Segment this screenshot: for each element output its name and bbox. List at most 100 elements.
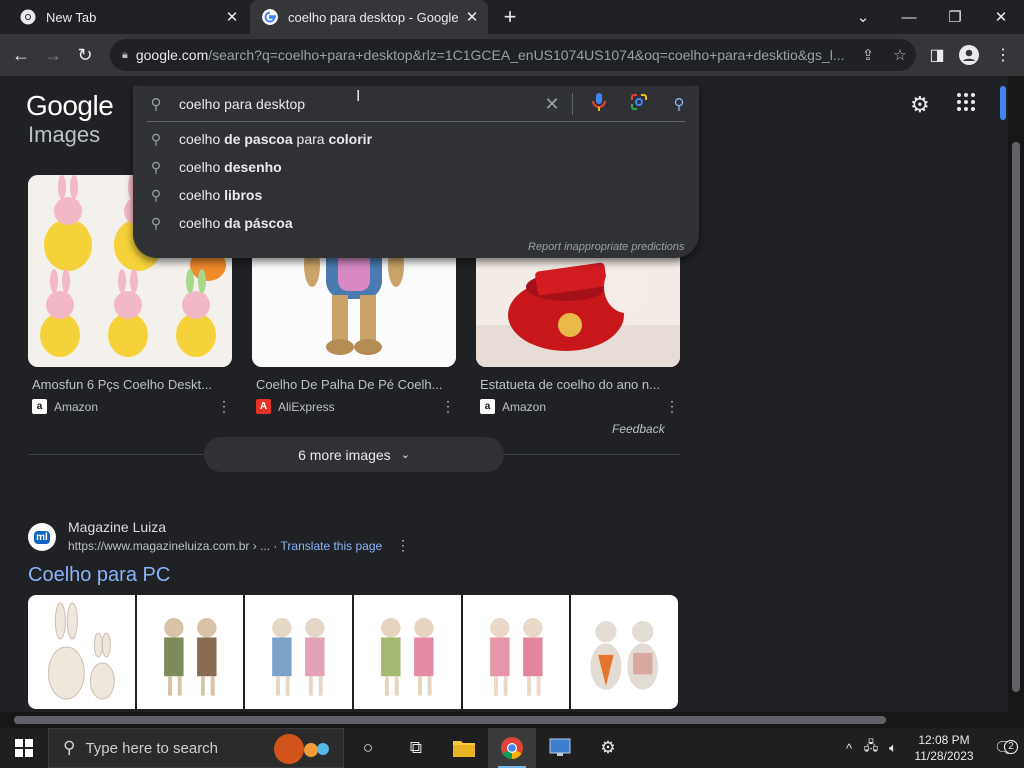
clock[interactable]: 12:08 PM 11/28/2023: [904, 732, 984, 764]
bookmark-star-icon[interactable]: ☆: [884, 46, 916, 64]
suggestion-text: coelho libros: [179, 187, 262, 203]
close-tab-icon[interactable]: ✕: [222, 8, 242, 26]
result-site-name[interactable]: Magazine Luiza: [68, 519, 166, 535]
image-caption[interactable]: Coelho De Palha De Pé Coelh...: [252, 377, 456, 392]
image-source[interactable]: a Amazon ⋮: [476, 398, 680, 415]
suggestion-item[interactable]: ⚲ coelho de pascoa para colorir: [133, 125, 699, 153]
suggestion-part: colorir: [328, 131, 373, 147]
tab-google-search[interactable]: coelho para desktop - Google Se ✕: [250, 0, 488, 34]
bunny-couple-pink-green-image: [354, 596, 461, 708]
url-host: google.com: [135, 47, 209, 63]
bunny-with-carrot-image: [571, 596, 678, 708]
restore-icon[interactable]: ❐: [932, 0, 978, 34]
search-highlight-planets-icon: [274, 734, 329, 764]
image-source[interactable]: A AliExpress ⋮: [252, 398, 456, 415]
search-icon: ⚲: [63, 738, 76, 757]
clock-time: 12:08 PM: [918, 733, 970, 747]
bunny-couple-blue-image: [245, 596, 353, 708]
bunny-couple-green-image: [136, 596, 244, 708]
more-options-icon[interactable]: ⋮: [440, 398, 456, 415]
result-thumbnail[interactable]: [28, 595, 135, 709]
feedback-link[interactable]: Feedback: [612, 422, 665, 436]
google-lens-icon[interactable]: [619, 93, 659, 115]
lens-icon: [631, 94, 647, 110]
wooden-bunnies-image: [36, 595, 127, 709]
site-favicon[interactable]: ml: [28, 523, 56, 551]
share-icon[interactable]: ⇪: [852, 46, 884, 64]
suggestion-item[interactable]: ⚲ coelho libros: [133, 181, 699, 209]
reload-icon[interactable]: ↻: [72, 42, 98, 68]
more-options-icon[interactable]: ⋮: [216, 398, 232, 415]
report-predictions-link[interactable]: Report inappropriate predictions: [528, 241, 685, 253]
url-text[interactable]: google.com/search?q=coelho+para+desktop&…: [136, 47, 852, 63]
network-icon[interactable]: 🖧︎: [860, 737, 882, 759]
search-submit-icon[interactable]: ⚲: [659, 95, 699, 113]
suggestion-text: coelho da páscoa: [179, 215, 293, 231]
result-title-link[interactable]: Coelho para PC: [28, 564, 170, 587]
suggestion-part: coelho: [179, 131, 225, 147]
profile-icon[interactable]: [956, 42, 982, 68]
more-options-icon[interactable]: ⋮: [664, 398, 680, 415]
minimize-icon[interactable]: —: [886, 0, 932, 34]
suggestion-part: de pascoa: [224, 131, 297, 147]
url-separator: ·: [273, 539, 281, 553]
file-explorer-icon[interactable]: [440, 728, 488, 768]
side-panel-icon[interactable]: ◨: [924, 42, 950, 68]
google-g-icon: [262, 9, 278, 25]
monitor-icon: [549, 738, 571, 756]
sign-in-edge[interactable]: [1000, 86, 1006, 120]
result-more-options-icon[interactable]: ⋮: [396, 537, 410, 554]
notification-center-icon[interactable]: 🗨︎ 2: [984, 738, 1024, 758]
apps-dots-icon: [957, 93, 975, 111]
apps-grid-icon[interactable]: [956, 92, 976, 118]
result-thumbnail[interactable]: [136, 595, 244, 709]
windows-logo-icon: [15, 739, 33, 757]
vertical-scrollbar[interactable]: [1008, 76, 1024, 712]
notification-count-badge: 2: [1004, 740, 1018, 754]
remote-desktop-icon[interactable]: [536, 728, 584, 768]
chrome-taskbar-icon[interactable]: [488, 728, 536, 768]
task-view-icon[interactable]: ⧉: [392, 728, 440, 768]
settings-gear-taskbar-icon[interactable]: ⚙: [584, 728, 632, 768]
result-thumbnail[interactable]: [571, 595, 678, 709]
chevron-up-icon[interactable]: ^: [838, 741, 860, 756]
taskbar-search-box[interactable]: ⚲ Type here to search: [48, 728, 344, 768]
lock-icon: 🔒︎: [122, 48, 128, 61]
forward-arrow-icon[interactable]: →: [40, 42, 66, 68]
close-window-icon[interactable]: ✕: [978, 0, 1024, 34]
tab-search-chevron-icon[interactable]: ⌄: [840, 0, 886, 34]
suggestion-item[interactable]: ⚲ coelho desenho: [133, 153, 699, 181]
result-thumbnail[interactable]: [462, 595, 570, 709]
volume-muted-icon[interactable]: 🔈︎: [882, 740, 904, 756]
suggestion-item[interactable]: ⚲ coelho da páscoa: [133, 209, 699, 237]
result-thumbnail[interactable]: [245, 595, 353, 709]
back-arrow-icon[interactable]: ←: [8, 42, 34, 68]
chrome-menu-icon[interactable]: ⋮: [990, 42, 1016, 68]
settings-gear-icon[interactable]: ⚙: [910, 92, 930, 118]
scrollbar-thumb[interactable]: [14, 716, 886, 724]
horizontal-scrollbar[interactable]: [0, 712, 1024, 728]
address-bar[interactable]: 🔒︎ google.com/search?q=coelho+para+deskt…: [110, 39, 916, 71]
tab-new-tab[interactable]: New Tab ✕: [8, 0, 248, 34]
image-caption[interactable]: Estatueta de coelho do ano n...: [476, 377, 680, 392]
windows-start-icon[interactable]: [0, 728, 48, 768]
image-caption[interactable]: Amosfun 6 Pçs Coelho Deskt...: [28, 377, 232, 392]
text-cursor-icon: I: [356, 88, 361, 105]
search-icon: ⚲: [150, 130, 162, 147]
google-logo[interactable]: Google: [26, 90, 114, 122]
cortana-icon[interactable]: ○: [344, 728, 392, 768]
new-tab-plus-icon[interactable]: +: [498, 5, 522, 29]
suggestion-part: para: [296, 131, 329, 147]
image-source[interactable]: a Amazon ⋮: [28, 398, 232, 415]
amazon-icon: a: [480, 399, 495, 414]
search-box[interactable]: ⚲ coelho para desktop ✕ ⚲: [133, 86, 699, 122]
divider: [147, 121, 685, 122]
close-tab-icon[interactable]: ✕: [462, 8, 482, 26]
translate-link[interactable]: Translate this page: [281, 539, 383, 553]
clear-search-icon[interactable]: ✕: [532, 94, 572, 115]
more-images-button[interactable]: 6 more images ⌄: [204, 437, 504, 472]
result-thumbnail[interactable]: [354, 595, 461, 709]
scrollbar-thumb[interactable]: [1012, 142, 1020, 692]
chevron-down-icon: ⌄: [400, 449, 410, 461]
voice-search-mic-icon[interactable]: [579, 93, 619, 115]
